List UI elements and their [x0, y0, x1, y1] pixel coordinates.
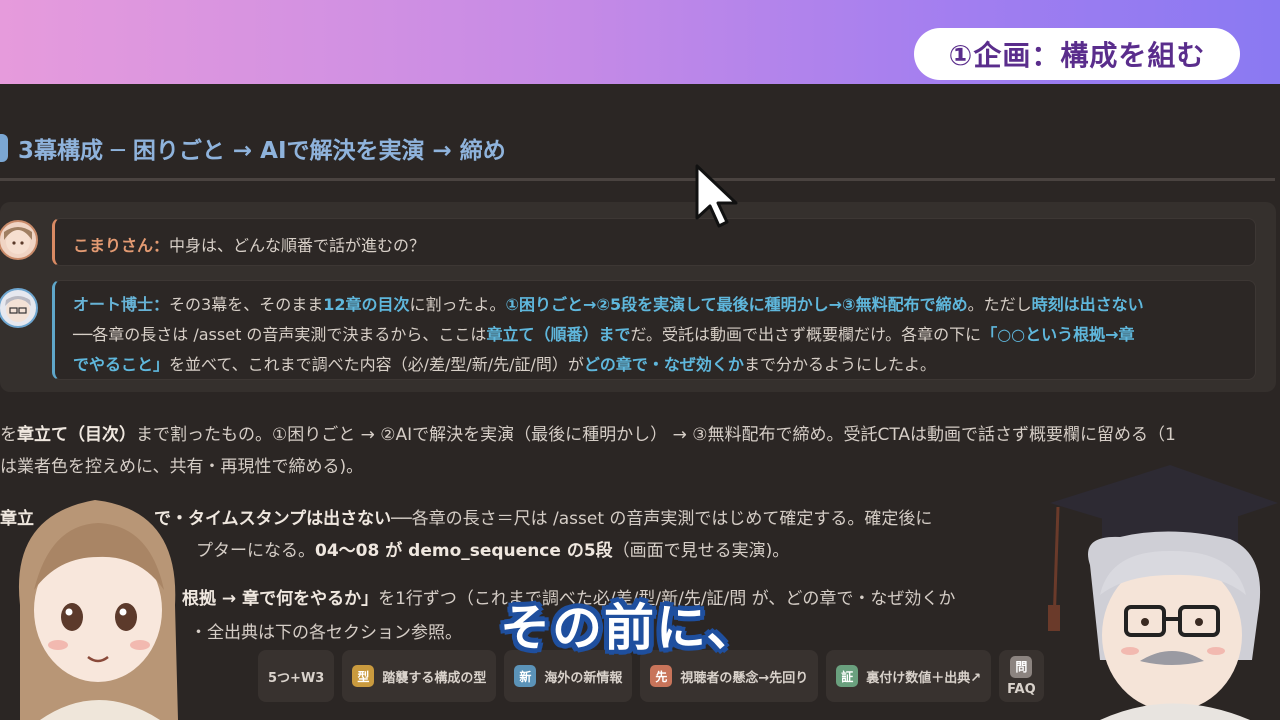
video-subtitle: その前に、 — [500, 599, 759, 657]
mouse-cursor-icon — [695, 164, 738, 228]
komari-avatar — [0, 220, 38, 260]
komari-message: 中身は、どんな順番で話が進むの？ — [169, 236, 426, 255]
tag-badge: 型 — [352, 665, 375, 687]
note-bold: 04〜08 が demo_sequence の5段 — [315, 541, 613, 561]
hakase-line-1: オート博士：その3幕を、そのまま12章の目次に割ったよ。①困りごと→②5段を実演… — [73, 291, 1144, 315]
hakase-highlight: でやること」 — [73, 355, 170, 374]
tag-label: 5つ+W3 — [268, 670, 325, 686]
tag-badge: 証 — [836, 665, 859, 687]
hakase-avatar — [0, 288, 38, 328]
hakase-text: その3幕を、そのまま — [169, 295, 324, 314]
summary-text: まで割ったもの。①困りごと → ②AIで解決を実演（最後に種明かし） → ③無料… — [136, 425, 827, 445]
heading-marker-icon — [0, 134, 8, 162]
note-text: （画面で見せる実演)。 — [612, 541, 790, 561]
hakase-highlight: 12章の目次 — [323, 295, 410, 314]
tag-label: 海外の新情報 — [544, 670, 623, 686]
hakase-text: まで分かるようにしたよ。 — [743, 355, 936, 374]
hakase-text: だ。受託は動画で出さず概要欄だけ。各章の下に — [630, 325, 982, 344]
summary-text: を — [0, 425, 17, 445]
hakase-highlight: どの章で・なぜ効くか — [583, 355, 744, 374]
tag-badge: 先 — [650, 665, 673, 687]
hakase-text: を並べて、これまで調べた内容（必/差/型/新/先/証/問）が — [169, 355, 584, 374]
heading-divider — [0, 178, 1275, 181]
hakase-speaker: オート博士： — [73, 295, 170, 314]
hakase-face-icon — [5, 296, 31, 322]
hakase-text: 。ただし — [967, 295, 1032, 314]
komari-face-icon — [4, 227, 32, 254]
tag-shou: 証 裏付け数値＋出典↗ — [826, 650, 992, 702]
tag-label: 踏襲する構成の型 — [382, 670, 487, 686]
tag-label: 視聴者の懸念→先回り — [680, 670, 809, 686]
section-label-pill: ①企画：構成を組む — [914, 28, 1240, 80]
komari-character-illustration — [18, 500, 178, 720]
tag-w3: 5つ+W3 — [258, 650, 335, 702]
tag-kata: 型 踏襲する構成の型 — [342, 650, 497, 702]
hakase-bubble: オート博士：その3幕を、そのまま12章の目次に割ったよ。①困りごと→②5段を実演… — [52, 280, 1256, 380]
note-text: ──各章の長さ＝尺は /asset の音声実測ではじめて確定する。確定後に — [391, 509, 933, 529]
tag-label: 裏付け数値＋出典↗ — [866, 670, 982, 686]
tag-badge: 問 — [1010, 655, 1033, 678]
komari-speaker: こまりさん： — [73, 236, 170, 255]
heading-text: 3幕構成 ─ 困りごと → AIで解決を実演 → 締め — [18, 138, 506, 164]
evidence-line-2: ・全出典は下の各セクション参照。 — [190, 623, 462, 643]
tag-badge: 新 — [514, 665, 537, 687]
hakase-highlight: ①困りごと→②5段を実演して最後に種明かし→③無料配布で締め — [505, 295, 968, 314]
dialogue-box: こまりさん：中身は、どんな順番で話が進むの？ オート博士：その3幕を、そのまま1… — [0, 202, 1276, 392]
note-text: プターになる。 — [196, 541, 315, 561]
hakase-highlight: 時刻は出さない — [1031, 295, 1144, 314]
note-line-2: プターになる。04〜08 が demo_sequence の5段（画面で見せる実… — [196, 536, 789, 561]
top-banner: ①企画：構成を組む — [0, 0, 1280, 84]
komari-bubble: こまりさん：中身は、どんな順番で話が進むの？ — [52, 218, 1256, 266]
hakase-line-2: ──各章の長さは /asset の音声実測で決まるから、ここは章立て（順番）まで… — [73, 321, 1135, 345]
tag-label: FAQ — [1007, 681, 1036, 697]
summary-line-1: を章立て（目次）まで割ったもの。①困りごと → ②AIで解決を実演（最後に種明か… — [0, 420, 1176, 445]
hakase-highlight: 「○○という根拠→章 — [981, 325, 1135, 344]
hakase-text: に割ったよ。 — [409, 295, 506, 314]
evidence-bold: 根拠 → 章で何をやるか」 — [182, 589, 379, 609]
hakase-highlight: 章立て（順番）まで — [486, 325, 631, 344]
hakase-text: ──各章の長さは /asset の音声実測で決まるから、ここは — [73, 325, 487, 344]
tag-faq: 問 FAQ — [999, 650, 1044, 702]
hakase-character-illustration — [1048, 465, 1278, 720]
summary-line-2: は業者色を控えめに、共有・再現性で締める)。 — [0, 457, 364, 477]
summary-text: 。受託CTAは動画で話さず概要欄に留める（1 — [826, 425, 1176, 445]
komari-line: こまりさん：中身は、どんな順番で話が進むの？ — [73, 232, 425, 256]
hakase-line-3: でやること」を並べて、これまで調べた内容（必/差/型/新/先/証/問）がどの章で… — [73, 351, 936, 375]
section-heading: 3幕構成 ─ 困りごと → AIで解決を実演 → 締め — [0, 128, 506, 168]
summary-bold: 章立て（目次） — [17, 425, 136, 445]
